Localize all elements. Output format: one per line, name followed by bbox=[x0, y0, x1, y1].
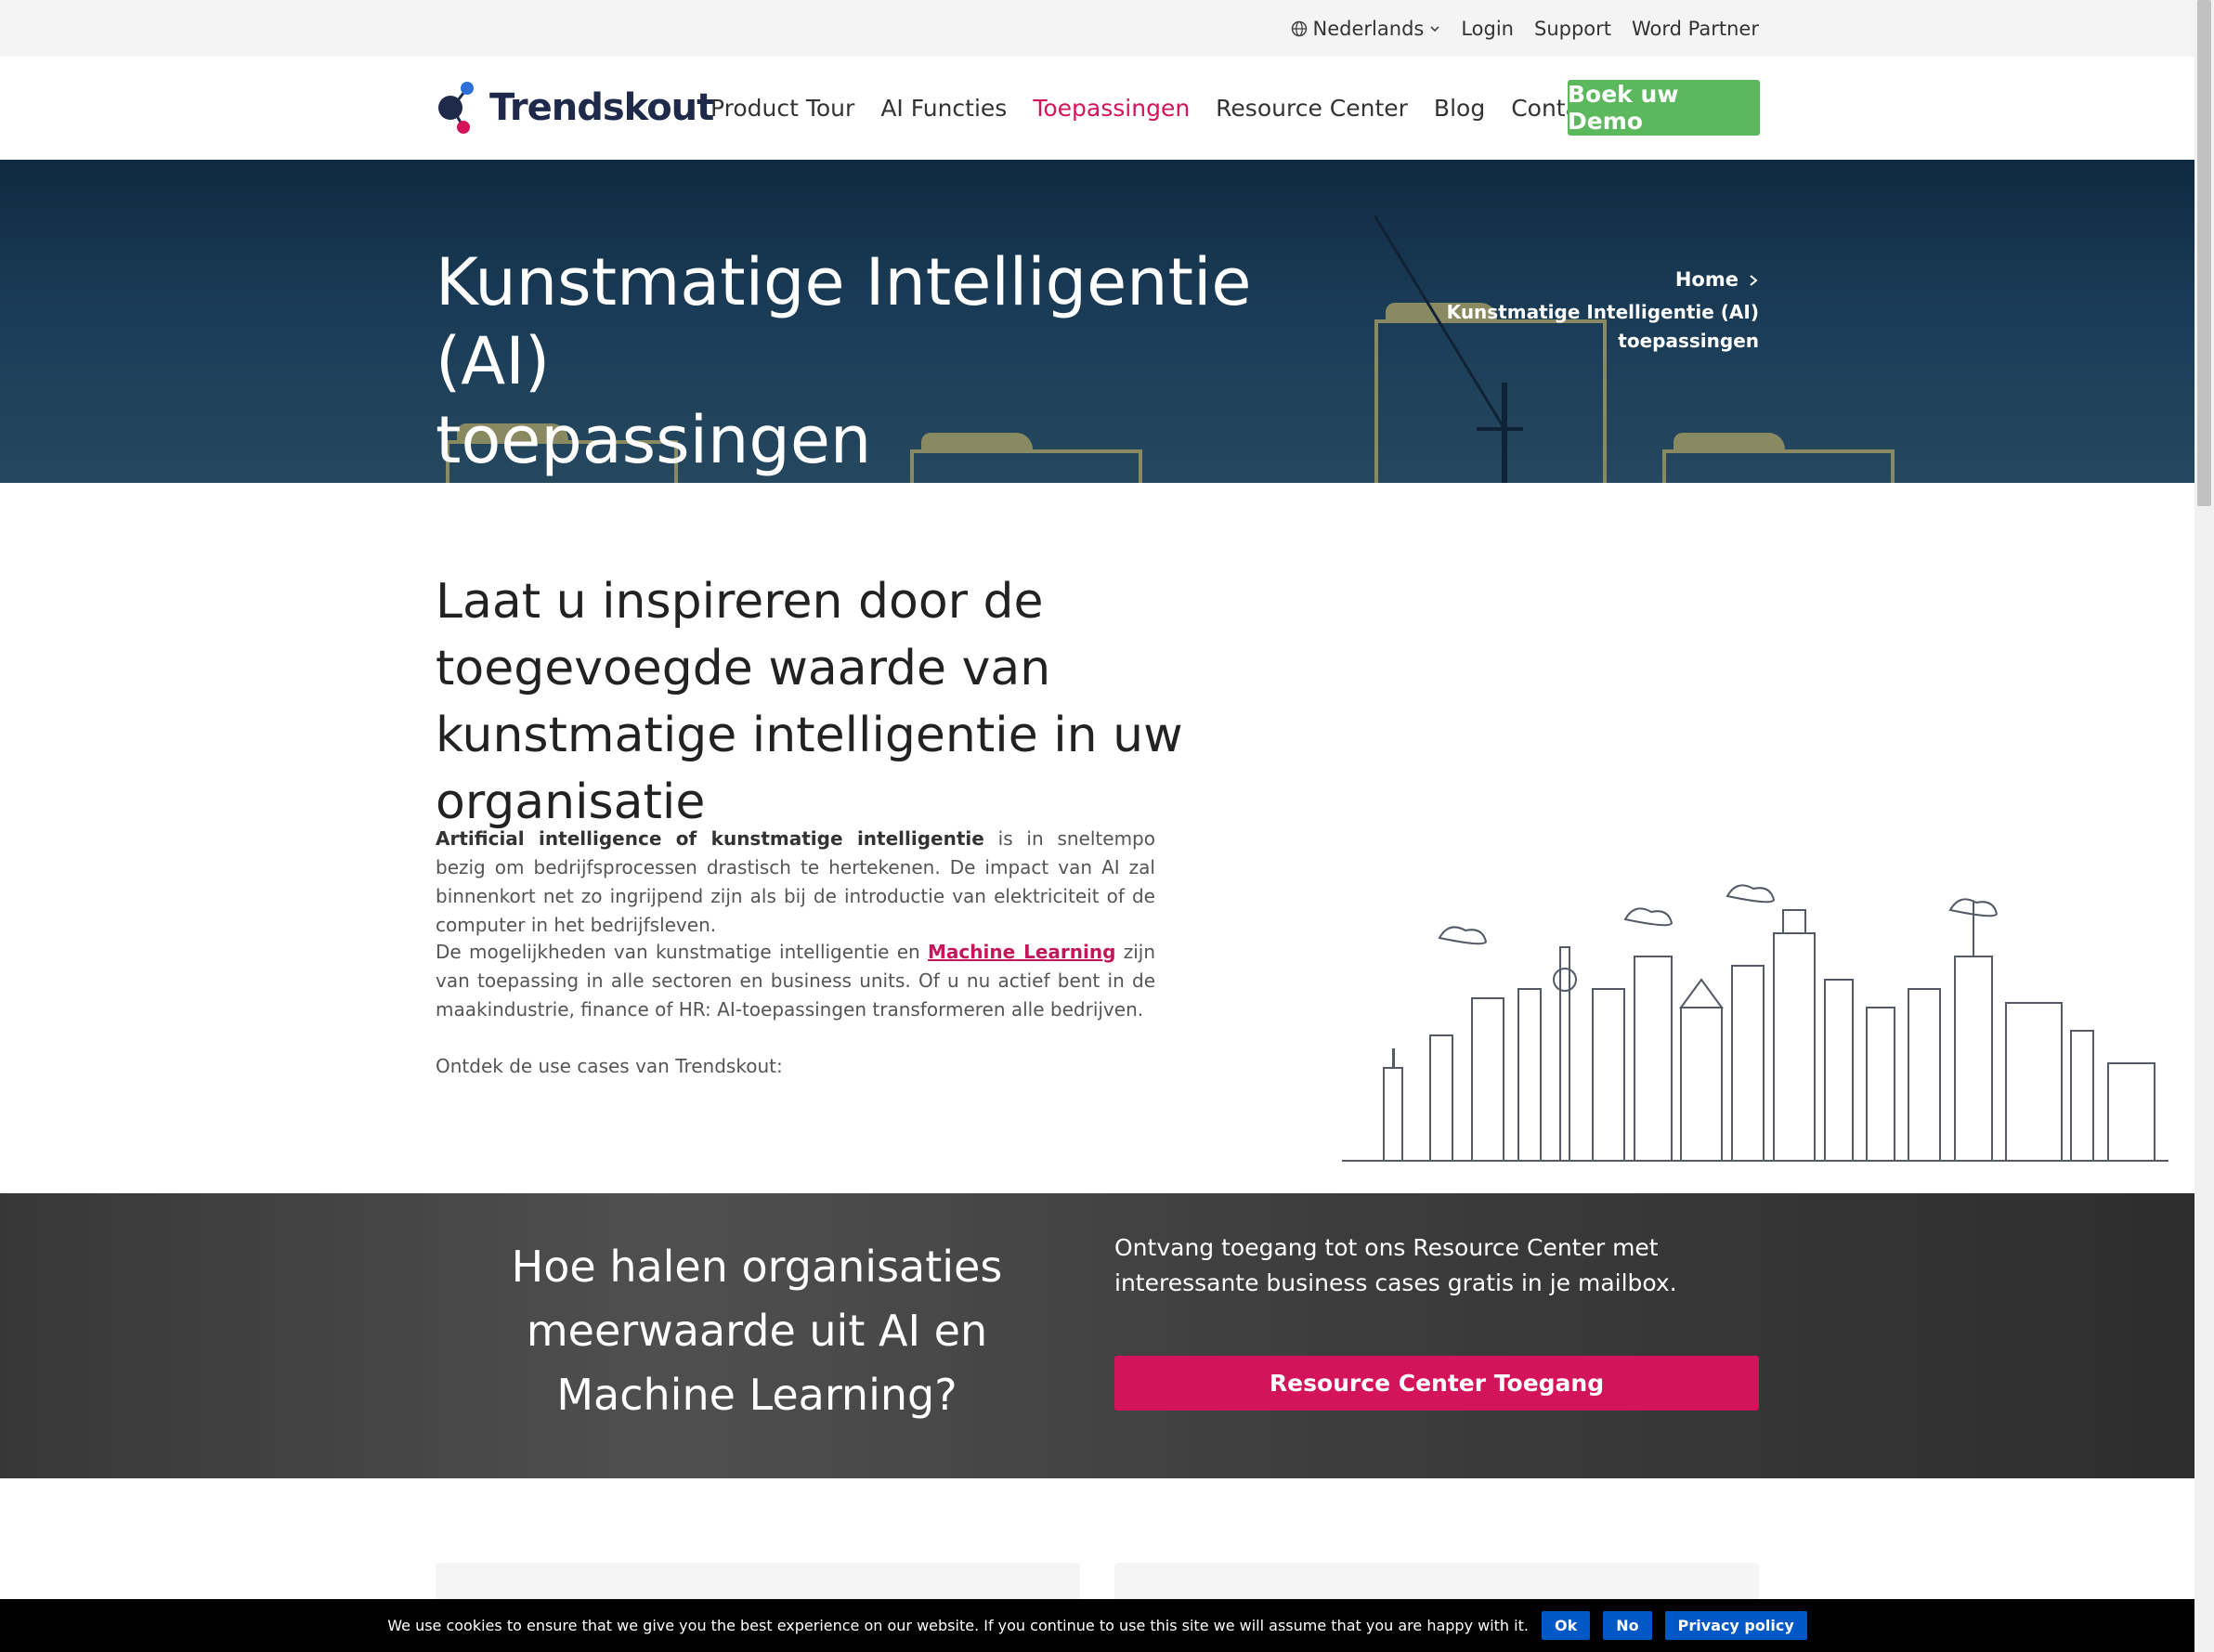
intro-paragraph-2-start: De mogelijkheden van kunstmatige intelli… bbox=[436, 941, 929, 963]
page-title: Kunstmatige Intelligentie (AI) toepassin… bbox=[436, 243, 1364, 480]
breadcrumb-current-line2: toepassingen bbox=[1618, 330, 1759, 352]
cookie-no-button[interactable]: No bbox=[1603, 1611, 1652, 1640]
login-link[interactable]: Login bbox=[1461, 18, 1514, 40]
book-demo-button[interactable]: Boek uw Demo bbox=[1568, 80, 1760, 136]
nav-ai-functies[interactable]: AI Functies bbox=[880, 95, 1007, 122]
nav-resource-center[interactable]: Resource Center bbox=[1216, 95, 1408, 122]
nav-product-tour[interactable]: Product Tour bbox=[710, 95, 854, 122]
logo-text: Trendskout bbox=[489, 86, 714, 129]
breadcrumb: Home Kunstmatige Intelligentie (AI) toep… bbox=[1447, 266, 1759, 356]
intro-paragraph-1-bold: Artificial intelligence of kunstmatige i… bbox=[436, 827, 984, 850]
cookie-banner: We use cookies to ensure that we give yo… bbox=[0, 1599, 2194, 1652]
main-nav: Product Tour AI Functies Toepassingen Re… bbox=[710, 57, 1601, 160]
page-scrollbar[interactable] bbox=[2194, 0, 2214, 1652]
privacy-policy-button[interactable]: Privacy policy bbox=[1664, 1611, 1807, 1640]
breadcrumb-home[interactable]: Home bbox=[1675, 266, 1759, 294]
breadcrumb-current: Kunstmatige Intelligentie (AI) toepassin… bbox=[1447, 298, 1759, 356]
machine-learning-link[interactable]: Machine Learning bbox=[928, 941, 1115, 963]
page-title-line2: toepassingen bbox=[436, 402, 872, 478]
top-utility-bar: Nederlands Login Support Word Partner bbox=[0, 0, 2194, 57]
intro-heading: Laat u inspireren door de toegevoegde wa… bbox=[436, 574, 1183, 830]
scrollbar-thumb[interactable] bbox=[2197, 0, 2211, 506]
chevron-right-icon bbox=[1750, 274, 1758, 286]
breadcrumb-current-line1: Kunstmatige Intelligentie (AI) bbox=[1446, 301, 1759, 323]
intro-paragraph-1: Artificial intelligence of kunstmatige i… bbox=[436, 825, 1155, 940]
nav-blog[interactable]: Blog bbox=[1434, 95, 1485, 122]
support-link[interactable]: Support bbox=[1534, 18, 1611, 40]
hero-folder-decoration bbox=[1662, 433, 1895, 483]
intro-paragraph-3: Ontdek de use cases van Trendskout: bbox=[436, 1055, 783, 1077]
logo[interactable]: Trendskout bbox=[436, 77, 714, 138]
cta-background-photo bbox=[0, 1193, 2194, 1478]
chevron-down-icon bbox=[1430, 25, 1439, 32]
logo-mark-icon bbox=[438, 82, 474, 134]
hero-banner: Kunstmatige Intelligentie (AI) toepassin… bbox=[0, 160, 2194, 483]
cookie-ok-button[interactable]: Ok bbox=[1541, 1611, 1591, 1640]
resource-center-cta: Hoe halen organisaties meerwaarde uit AI… bbox=[0, 1193, 2194, 1478]
intro-paragraph-2: De mogelijkheden van kunstmatige intelli… bbox=[436, 938, 1155, 1024]
cta-text: Ontvang toegang tot ons Resource Center … bbox=[1114, 1234, 1677, 1296]
resource-center-button[interactable]: Resource Center Toegang bbox=[1114, 1356, 1759, 1411]
partner-link[interactable]: Word Partner bbox=[1632, 18, 1759, 40]
globe-icon bbox=[1291, 20, 1307, 36]
breadcrumb-home-label: Home bbox=[1674, 268, 1739, 291]
city-skyline-illustration bbox=[1342, 884, 2168, 1162]
language-label: Nederlands bbox=[1312, 17, 1425, 40]
cta-heading: Hoe halen organisaties meerwaarde uit AI… bbox=[511, 1242, 1003, 1420]
nav-toepassingen[interactable]: Toepassingen bbox=[1033, 95, 1190, 122]
cookie-message: We use cookies to ensure that we give yo… bbox=[387, 1617, 1529, 1634]
page-title-line1: Kunstmatige Intelligentie (AI) bbox=[436, 244, 1252, 399]
language-selector[interactable]: Nederlands bbox=[1291, 18, 1441, 40]
main-header: Trendskout Product Tour AI Functies Toep… bbox=[0, 57, 2194, 160]
top-utility-links: Nederlands Login Support Word Partner bbox=[1291, 0, 1759, 57]
